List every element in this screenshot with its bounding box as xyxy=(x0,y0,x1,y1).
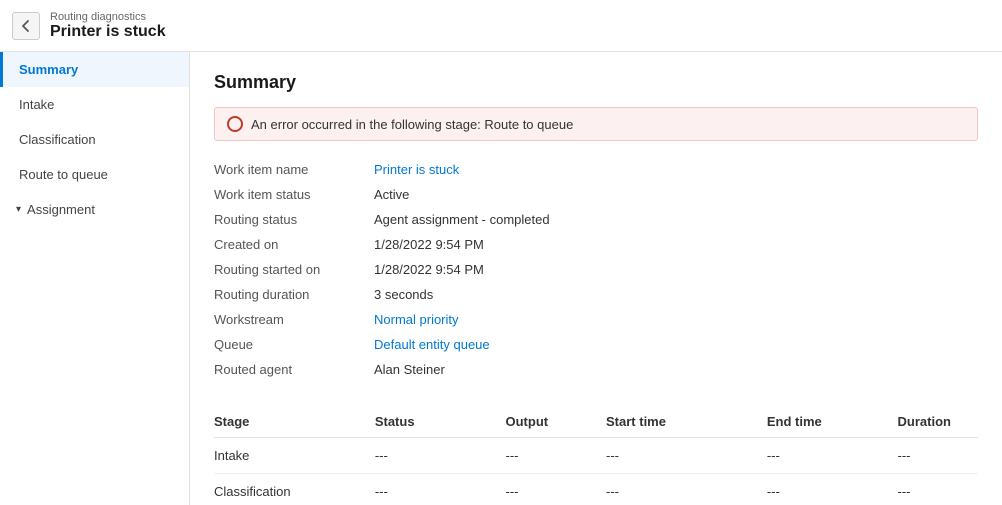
field-value-7[interactable]: Default entity queue xyxy=(374,332,978,357)
sidebar-item-classification-label: Classification xyxy=(19,132,96,147)
field-label-0: Work item name xyxy=(214,157,374,182)
main-layout: Summary Intake Classification Route to q… xyxy=(0,52,1002,505)
field-value-0[interactable]: Printer is stuck xyxy=(374,157,978,182)
cell-duration-1: --- xyxy=(898,474,978,505)
cell-start-0: --- xyxy=(606,438,767,474)
col-header-end: End time xyxy=(767,406,898,438)
col-header-duration: Duration xyxy=(898,406,978,438)
sidebar: Summary Intake Classification Route to q… xyxy=(0,52,190,505)
field-label-3: Created on xyxy=(214,232,374,257)
field-label-4: Routing started on xyxy=(214,257,374,282)
header-breadcrumb: Routing diagnostics xyxy=(50,11,166,23)
error-icon xyxy=(227,116,243,132)
table-row: Classification--------------- xyxy=(214,474,978,505)
field-value-3: 1/28/2022 9:54 PM xyxy=(374,232,978,257)
field-label-7: Queue xyxy=(214,332,374,357)
header-text: Routing diagnostics Printer is stuck xyxy=(50,11,166,41)
sidebar-item-intake[interactable]: Intake xyxy=(0,87,189,122)
back-button[interactable] xyxy=(12,12,40,40)
diagnostics-table: Stage Status Output Start time End time … xyxy=(214,406,978,505)
col-header-stage: Stage xyxy=(214,406,375,438)
header-title: Printer is stuck xyxy=(50,23,166,41)
field-value-6[interactable]: Normal priority xyxy=(374,307,978,332)
field-value-5: 3 seconds xyxy=(374,282,978,307)
error-banner: An error occurred in the following stage… xyxy=(214,107,978,141)
content-area: Summary An error occurred in the followi… xyxy=(190,52,1002,505)
field-label-8: Routed agent xyxy=(214,357,374,382)
field-value-4: 1/28/2022 9:54 PM xyxy=(374,257,978,282)
field-label-5: Routing duration xyxy=(214,282,374,307)
cell-duration-0: --- xyxy=(898,438,978,474)
cell-output-1: --- xyxy=(506,474,607,505)
field-value-2: Agent assignment - completed xyxy=(374,207,978,232)
col-header-start: Start time xyxy=(606,406,767,438)
sidebar-group-assignment[interactable]: ▾ Assignment xyxy=(0,192,189,227)
cell-end-0: --- xyxy=(767,438,898,474)
sidebar-group-label: Assignment xyxy=(27,202,95,217)
field-value-8: Alan Steiner xyxy=(374,357,978,382)
table-row: Intake--------------- xyxy=(214,438,978,474)
cell-output-0: --- xyxy=(506,438,607,474)
sidebar-item-classification[interactable]: Classification xyxy=(0,122,189,157)
field-label-2: Routing status xyxy=(214,207,374,232)
col-header-status: Status xyxy=(375,406,506,438)
cell-stage-0: Intake xyxy=(214,438,375,474)
sidebar-item-intake-label: Intake xyxy=(19,97,54,112)
sidebar-item-route-to-queue[interactable]: Route to queue xyxy=(0,157,189,192)
header: Routing diagnostics Printer is stuck xyxy=(0,0,1002,52)
info-grid: Work item name Printer is stuck Work ite… xyxy=(214,157,978,382)
cell-stage-1: Classification xyxy=(214,474,375,505)
col-header-output: Output xyxy=(506,406,607,438)
cell-status-0: --- xyxy=(375,438,506,474)
field-value-1: Active xyxy=(374,182,978,207)
sidebar-item-summary[interactable]: Summary xyxy=(0,52,189,87)
cell-status-1: --- xyxy=(375,474,506,505)
cell-start-1: --- xyxy=(606,474,767,505)
sidebar-item-route-label: Route to queue xyxy=(19,167,108,182)
field-label-6: Workstream xyxy=(214,307,374,332)
error-banner-text: An error occurred in the following stage… xyxy=(251,117,573,132)
content-title: Summary xyxy=(214,72,978,93)
chevron-down-icon: ▾ xyxy=(16,204,21,215)
sidebar-item-summary-label: Summary xyxy=(19,62,78,77)
cell-end-1: --- xyxy=(767,474,898,505)
field-label-1: Work item status xyxy=(214,182,374,207)
